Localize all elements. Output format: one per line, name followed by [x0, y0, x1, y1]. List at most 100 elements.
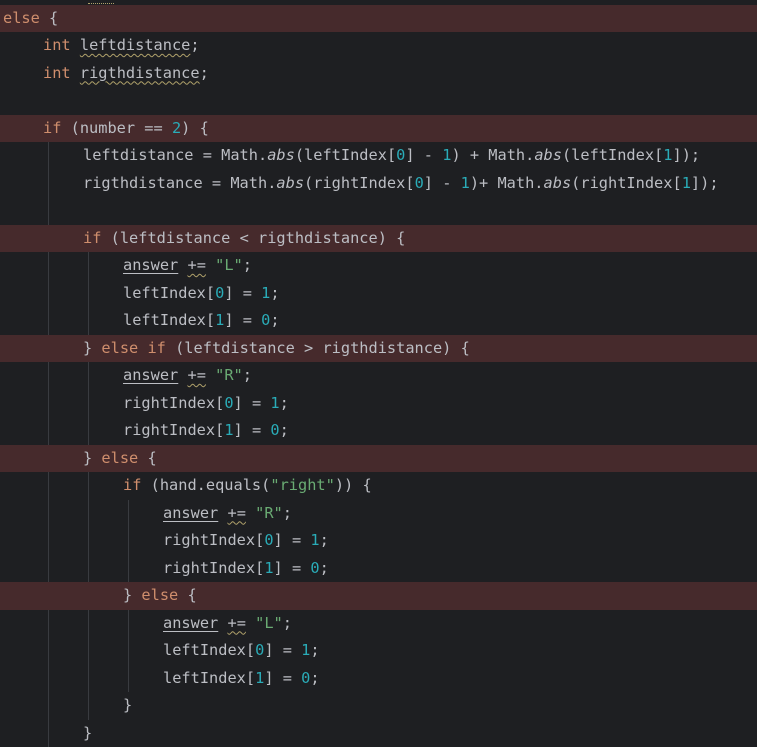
code-token: ] = [273, 531, 311, 549]
code-token: ] = [264, 641, 302, 659]
code-token: ] = [224, 283, 262, 302]
code-token: 0 [310, 558, 320, 577]
code-token: (hand.equals( [141, 476, 271, 494]
code-token: 1 [270, 393, 280, 412]
code-token: (leftdistance > rigthdistance) { [165, 338, 470, 357]
code-token: ; [319, 558, 329, 577]
code-token: leftIndex[ [163, 641, 256, 659]
code-token: 1 [224, 421, 234, 439]
code-editor[interactable]: else {int leftdistance; int rigthdistance… [0, 0, 757, 747]
code-token: "L" [215, 256, 243, 274]
code-token: leftIndex[ [163, 668, 256, 687]
code-token: (number == [61, 118, 172, 137]
code-line[interactable]: int rigthdistance; [0, 60, 757, 88]
code-token: (rightIndex[ [571, 173, 682, 192]
code-token: ] = [264, 668, 302, 687]
code-token: += [187, 366, 206, 384]
code-token: (leftdistance < rigthdistance) { [101, 228, 406, 247]
code-line[interactable]: if (number == 2) { [0, 114, 757, 142]
code-token: if [123, 476, 142, 494]
code-token: rightIndex[ [123, 421, 225, 439]
code-token: 2 [171, 118, 182, 137]
code-token: } [83, 338, 102, 357]
code-token: abs [543, 173, 572, 192]
code-line[interactable]: if (hand.equals("right")) { [0, 472, 757, 500]
code-line[interactable]: rightIndex[1] = 0; [0, 555, 757, 583]
code-token: if [43, 118, 62, 137]
code-token: abs [276, 173, 305, 192]
code-line[interactable]: rightIndex[1] = 0; [0, 417, 757, 445]
code-token: ; [279, 393, 289, 412]
code-token: ; [310, 668, 320, 687]
code-token: ] = [233, 393, 271, 412]
code-token: 0 [301, 668, 311, 687]
code-token: { [138, 448, 157, 467]
code-token: "R" [215, 366, 243, 384]
code-token: abs [534, 146, 562, 164]
code-line[interactable]: rightIndex[0] = 1; [0, 390, 757, 418]
code-token: += [187, 256, 206, 274]
code-token: else [3, 8, 40, 27]
code-line[interactable]: answer += "L"; [0, 610, 757, 638]
code-line[interactable]: } [0, 720, 757, 747]
code-line[interactable]: rigthdistance = Math.abs(rightIndex[0] -… [0, 170, 757, 198]
code-line[interactable]: } else { [0, 444, 757, 472]
code-token: 1 [460, 173, 470, 192]
code-token: (leftIndex[ [561, 146, 664, 164]
code-token: rightIndex[ [163, 531, 265, 549]
code-token: 0 [270, 421, 280, 439]
code-token: leftdistance = Math. [83, 146, 268, 164]
code-token: 0 [224, 393, 234, 412]
code-line[interactable] [0, 197, 757, 225]
code-token: 1 [681, 173, 691, 192]
code-token: rigthdistance = Math. [83, 173, 277, 192]
code-line[interactable]: leftIndex[0] = 1; [0, 280, 757, 308]
code-line[interactable]: leftIndex[1] = 0; [0, 307, 757, 335]
code-line[interactable]: answer += "L"; [0, 252, 757, 280]
code-token: int [43, 36, 71, 54]
code-token: 1 [310, 531, 320, 549]
code-line[interactable]: leftdistance = Math.abs(leftIndex[0] - 1… [0, 142, 757, 170]
code-line[interactable]: rightIndex[0] = 1; [0, 527, 757, 555]
code-token: int [43, 63, 71, 82]
code-line[interactable]: } [0, 692, 757, 720]
code-token: (rightIndex[ [304, 173, 415, 192]
code-token: rightIndex[ [123, 393, 225, 412]
code-token: 0 [414, 173, 424, 192]
code-token: 0 [255, 641, 265, 659]
code-token: "R" [255, 503, 283, 522]
code-token: 0 [215, 283, 225, 302]
code-token: answer [123, 256, 179, 274]
code-token: 0 [396, 146, 406, 164]
code-token: rigthdistance [79, 63, 200, 82]
code-token: )) { [334, 476, 372, 494]
code-token: if [83, 228, 102, 247]
code-token: leftIndex[ [123, 283, 216, 302]
code-line[interactable]: } else { [0, 582, 757, 610]
code-token: 0 [264, 531, 274, 549]
code-token: 1 [264, 558, 274, 577]
code-line[interactable] [0, 87, 757, 115]
code-token: rightIndex[ [163, 558, 265, 577]
code-token: ]); [672, 146, 701, 164]
code-line[interactable]: int leftdistance; [0, 32, 757, 60]
code-line[interactable]: } else if (leftdistance > rigthdistance)… [0, 334, 757, 362]
code-line[interactable]: if (leftdistance < rigthdistance) { [0, 224, 757, 252]
code-line[interactable]: else { [0, 4, 757, 32]
code-token: ; [282, 503, 292, 522]
code-token: ; [242, 256, 252, 274]
code-token: { [178, 586, 197, 604]
code-token: answer [163, 613, 219, 632]
code-token: else [141, 586, 179, 604]
code-token: { [39, 8, 59, 27]
warning-underline-fragment [88, 0, 114, 4]
code-token: } [123, 586, 142, 604]
code-line[interactable]: answer += "R"; [0, 362, 757, 390]
code-line[interactable]: answer += "R"; [0, 500, 757, 528]
code-line[interactable]: leftIndex[0] = 1; [0, 637, 757, 665]
code-line[interactable]: leftIndex[1] = 0; [0, 665, 757, 693]
code-token: ] = [224, 311, 262, 329]
code-token: 1 [301, 641, 311, 659]
